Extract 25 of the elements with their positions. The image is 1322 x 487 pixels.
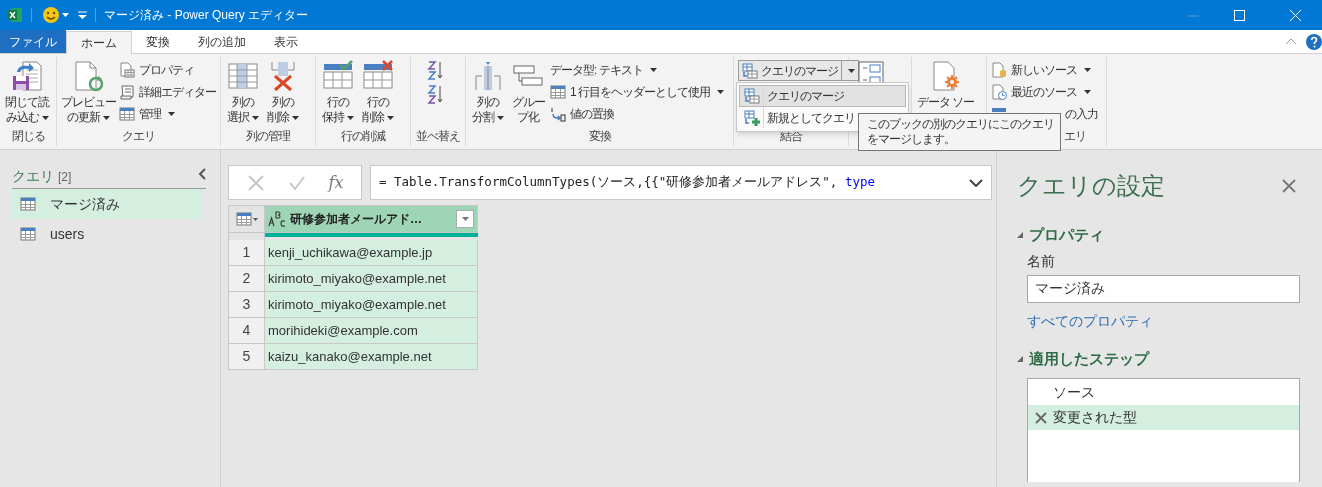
row-number: 2: [228, 266, 265, 292]
queries-title: クエリ: [12, 167, 54, 186]
group-label: 行の削減: [341, 128, 385, 145]
group-label: 列の管理: [246, 128, 290, 145]
row-number: 4: [228, 318, 265, 344]
table-cell: kenji_uchikawa@example.jp: [265, 240, 478, 266]
window-title: マージ済み - Power Query エディター: [104, 7, 309, 24]
group-label: 変換: [588, 128, 611, 145]
panel-title: クエリの設定: [1017, 171, 1166, 201]
field-label: 名前: [1027, 251, 1055, 271]
group-label: 閉じる: [11, 128, 45, 145]
row-number: 5: [228, 344, 265, 370]
table-cell: kaizu_kanako@example.net: [265, 344, 478, 370]
section-heading: プロパティ: [1029, 225, 1104, 245]
table-cell: kirimoto_miyako@example.net: [265, 266, 478, 292]
row-number: 3: [228, 292, 265, 318]
query-count: [2]: [58, 168, 72, 186]
section-heading: 適用したステップ: [1029, 348, 1149, 369]
group-label: 並べ替え: [416, 128, 460, 145]
tooltip: このブックの別のクエリにこのクエリ をマージします。: [858, 113, 1061, 151]
row-number: 1: [228, 240, 265, 266]
group-label: エリ: [1064, 128, 1086, 145]
table-cell: kirimoto_miyako@example.net: [265, 292, 478, 318]
group-label: クエリ: [122, 128, 155, 145]
table-cell: morihideki@example.com: [265, 318, 478, 344]
